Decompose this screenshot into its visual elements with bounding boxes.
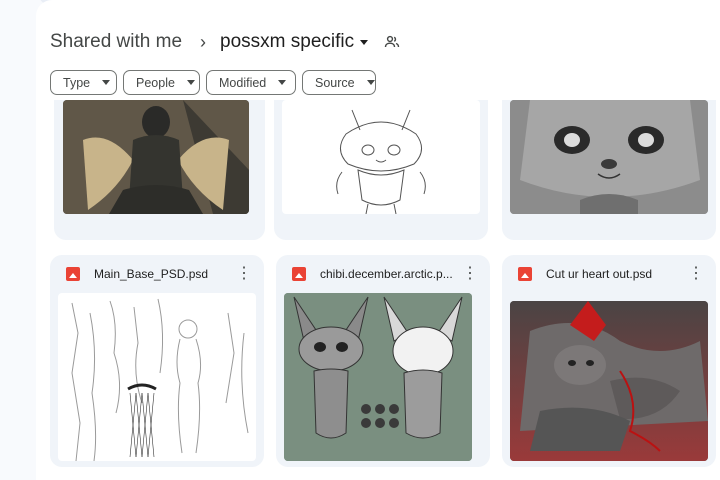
image-file-icon: [66, 267, 80, 281]
file-thumbnail: [282, 100, 480, 214]
file-card[interactable]: [54, 100, 265, 240]
caret-down-icon: [102, 80, 111, 85]
filter-source-chip[interactable]: Source: [302, 70, 376, 95]
caret-down-icon: [366, 80, 375, 85]
more-options-icon[interactable]: ⋮: [234, 266, 254, 282]
file-thumbnail: [58, 293, 256, 461]
file-card-header: Main_Base_PSD.psd ⋮: [50, 255, 264, 293]
file-name: Main_Base_PSD.psd: [94, 267, 209, 281]
filter-people-label: People: [136, 75, 175, 90]
breadcrumb: Shared with me › possxm specific: [50, 28, 400, 56]
file-thumbnail: [284, 293, 472, 461]
file-card[interactable]: Main_Base_PSD.psd ⋮: [50, 255, 264, 467]
filter-source-label: Source: [315, 75, 355, 90]
caret-down-icon: [360, 39, 369, 45]
file-thumbnail: [510, 100, 708, 214]
filter-chips: Type People Modified Source: [50, 70, 376, 95]
folder-title: possxm specific: [220, 31, 355, 52]
image-file-icon: [292, 267, 306, 281]
file-card-header: chibi.december.arctic.p... ⋮: [276, 255, 490, 293]
file-card[interactable]: [502, 100, 716, 240]
more-options-icon[interactable]: ⋮: [686, 266, 706, 282]
file-thumbnail: [510, 301, 708, 461]
filter-modified-label: Modified: [219, 75, 267, 90]
filter-modified-chip[interactable]: Modified: [206, 70, 296, 95]
file-name: chibi.december.arctic.p...: [320, 267, 453, 281]
file-card[interactable]: [274, 100, 488, 240]
image-file-icon: [518, 267, 532, 281]
file-card-header: Cut ur heart out.psd ⋮: [502, 255, 716, 293]
more-options-icon[interactable]: ⋮: [460, 266, 480, 282]
file-grid: Main_Base_PSD.psd ⋮ chibi.december.arcti…: [50, 100, 720, 480]
file-name: Cut ur heart out.psd: [546, 267, 653, 281]
breadcrumb-current-folder[interactable]: possxm specific: [220, 31, 369, 53]
filter-type-label: Type: [63, 75, 91, 90]
file-card[interactable]: chibi.december.arctic.p... ⋮: [276, 255, 490, 467]
filter-people-chip[interactable]: People: [123, 70, 200, 95]
file-card[interactable]: Cut ur heart out.psd ⋮: [502, 255, 716, 467]
caret-down-icon: [186, 80, 195, 85]
chevron-right-icon: ›: [200, 31, 207, 52]
filter-type-chip[interactable]: Type: [50, 70, 117, 95]
caret-down-icon: [278, 80, 287, 85]
file-thumbnail: [63, 100, 249, 214]
breadcrumb-shared-with-me[interactable]: Shared with me: [50, 31, 182, 53]
shared-people-icon[interactable]: [384, 35, 400, 49]
